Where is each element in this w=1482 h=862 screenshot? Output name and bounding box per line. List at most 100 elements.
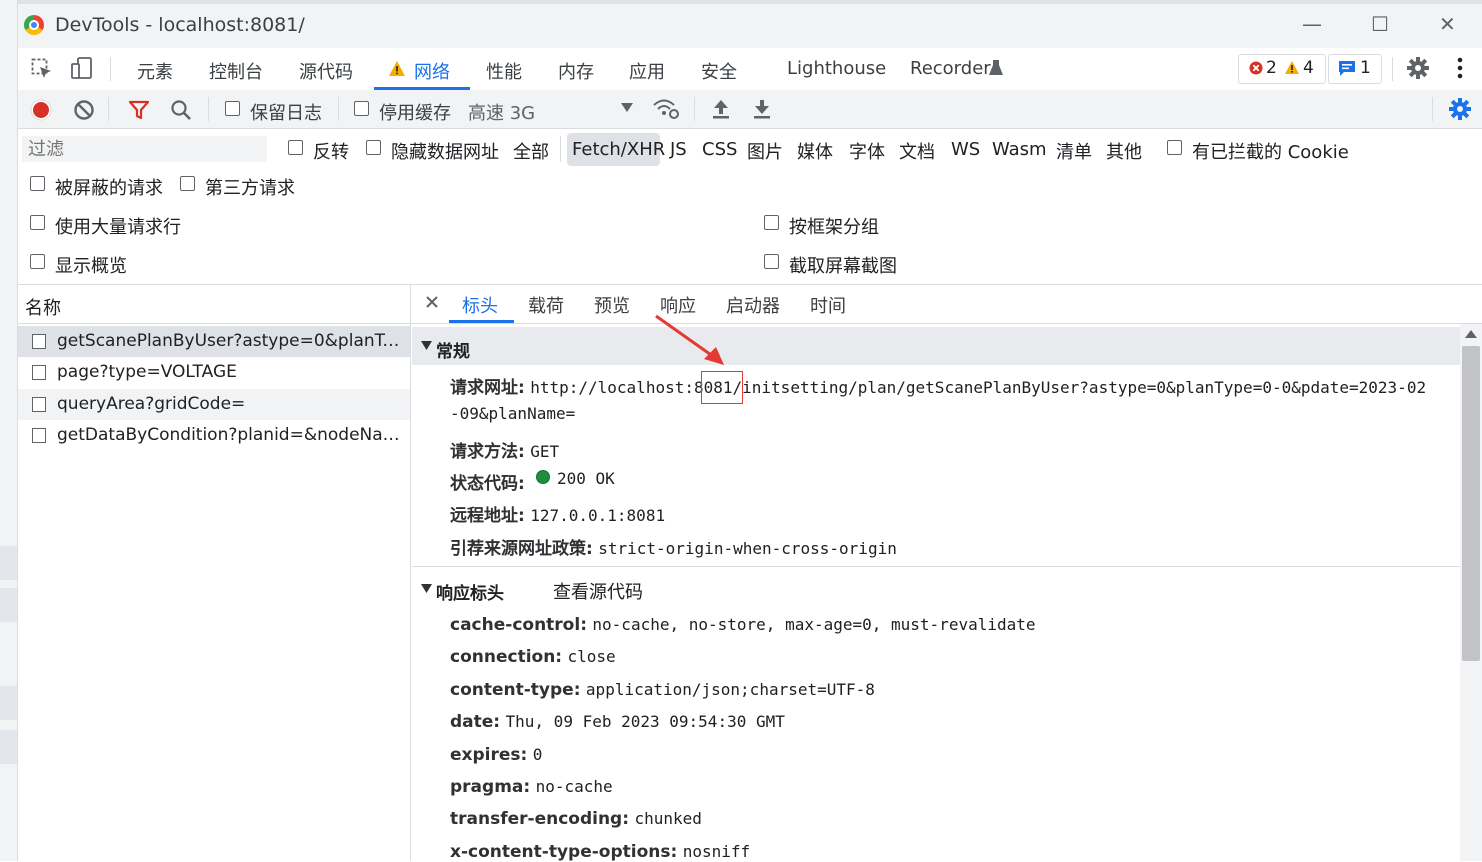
table-row[interactable]: page?type=VOLTAGE (18, 357, 410, 388)
warning-count: 4 (1303, 58, 1314, 78)
tab-security[interactable]: 安全 (701, 58, 737, 84)
request-name: page?type=VOLTAGE (57, 362, 237, 382)
group-by-frame-label: 按框架分组 (789, 217, 879, 238)
maximize-icon[interactable]: ☐ (1371, 12, 1389, 36)
throttling-select[interactable]: 高速 3G (468, 99, 535, 125)
filter-type-manifest[interactable]: 清单 (1056, 138, 1092, 164)
close-window-icon[interactable]: ✕ (1439, 12, 1456, 36)
header-row: transfer-encoding: chunked (450, 809, 702, 829)
chrome-logo-icon (24, 15, 44, 35)
group-by-frame-checkbox[interactable] (764, 215, 779, 230)
name-column-header[interactable]: 名称 (25, 294, 61, 320)
invert-label: 反转 (313, 142, 349, 163)
export-har-icon[interactable] (752, 98, 772, 120)
header-row: x-content-type-options: nosniff (450, 842, 751, 862)
capture-screenshots-checkbox[interactable] (764, 254, 779, 269)
network-settings-icon[interactable] (1448, 97, 1472, 121)
record-icon[interactable] (30, 99, 52, 121)
table-row[interactable]: getScanePlanByUser?astype=0&planType... (18, 326, 410, 357)
table-row[interactable]: queryArea?gridCode= (18, 389, 410, 420)
tab-performance[interactable]: 性能 (486, 58, 522, 84)
minimize-icon[interactable]: — (1302, 12, 1322, 36)
hide-data-urls-label: 隐藏数据网址 (391, 142, 499, 163)
tab-application[interactable]: 应用 (629, 58, 665, 84)
triangle-down-icon[interactable] (421, 584, 432, 594)
response-headers-title[interactable]: 响应标头 (436, 579, 504, 604)
device-toolbar-icon[interactable] (70, 56, 94, 80)
request-name: getDataByCondition?planid=&nodeName... (57, 425, 402, 445)
general-section-header[interactable] (412, 327, 1460, 365)
chevron-down-icon[interactable] (621, 103, 633, 113)
filter-type-wasm[interactable]: Wasm (992, 139, 1047, 160)
tab-sources[interactable]: 源代码 (299, 58, 353, 84)
scroll-up-icon[interactable] (1465, 330, 1477, 338)
close-details-icon[interactable] (426, 296, 438, 308)
referrer-policy-row: 引荐来源网址政策: strict-origin-when-cross-origi… (450, 534, 897, 559)
show-overview-checkbox[interactable] (30, 254, 45, 269)
filter-type-js[interactable]: JS (670, 139, 687, 160)
tab-payload[interactable]: 载荷 (528, 292, 564, 318)
view-source-link[interactable]: 查看源代码 (553, 578, 643, 604)
tab-recorder[interactable]: Recorder (910, 58, 991, 79)
invert-checkbox[interactable] (288, 140, 303, 155)
warning-count-icon (1285, 61, 1299, 74)
tab-headers[interactable]: 标头 (462, 292, 498, 318)
tab-preview[interactable]: 预览 (594, 292, 630, 318)
tab-timing[interactable]: 时间 (810, 292, 846, 318)
filter-type-all[interactable]: 全部 (513, 138, 549, 164)
warning-icon (389, 61, 405, 76)
more-options-icon[interactable] (1455, 56, 1465, 80)
filter-type-media[interactable]: 媒体 (797, 138, 833, 164)
header-row: date: Thu, 09 Feb 2023 09:54:30 GMT (450, 712, 785, 732)
filter-type-css[interactable]: CSS (702, 139, 737, 160)
clear-icon[interactable] (73, 99, 95, 121)
filter-icon[interactable] (128, 99, 150, 121)
filter-type-fetch-xhr[interactable]: Fetch/XHR (572, 139, 665, 160)
hide-data-urls-checkbox[interactable] (366, 140, 381, 155)
request-method-value: GET (530, 442, 560, 461)
blocked-requests-checkbox[interactable] (30, 176, 45, 191)
settings-gear-icon[interactable] (1406, 56, 1430, 80)
disable-cache-label: 停用缓存 (379, 103, 451, 124)
message-count: 1 (1360, 58, 1371, 78)
filter-type-img[interactable]: 图片 (747, 138, 783, 164)
request-method-label: 请求方法: (450, 442, 525, 462)
filter-type-ws[interactable]: WS (951, 139, 980, 160)
request-url-label: 请求网址: (450, 378, 525, 398)
scrollbar-thumb[interactable] (1462, 346, 1480, 661)
referrer-policy-label: 引荐来源网址政策: (450, 539, 593, 559)
import-har-icon[interactable] (711, 98, 731, 120)
filter-type-font[interactable]: 字体 (849, 138, 885, 164)
filter-input[interactable] (22, 136, 267, 162)
error-icon (1249, 61, 1263, 75)
detail-tab-bar (411, 285, 1482, 324)
filter-type-doc[interactable]: 文档 (899, 138, 935, 164)
status-code-value: 200 OK (557, 469, 615, 488)
active-detail-tab-indicator (449, 320, 514, 323)
disable-cache-checkbox[interactable] (354, 101, 369, 116)
third-party-checkbox[interactable] (180, 176, 195, 191)
triangle-down-icon (421, 341, 432, 350)
tab-network[interactable]: 网络 (414, 58, 450, 84)
request-url-prefix: http://localhost: (530, 378, 694, 397)
tab-elements[interactable]: 元素 (137, 58, 173, 84)
filter-type-other[interactable]: 其他 (1106, 138, 1142, 164)
show-overview-label: 显示概览 (55, 256, 127, 277)
search-icon[interactable] (170, 99, 192, 121)
network-conditions-icon[interactable] (652, 96, 680, 120)
tab-lighthouse[interactable]: Lighthouse (787, 58, 886, 79)
header-row: expires: 0 (450, 745, 543, 765)
blocked-cookies-checkbox[interactable] (1167, 140, 1182, 155)
tab-initiator[interactable]: 启动器 (726, 292, 780, 318)
general-section-title: 常规 (436, 342, 470, 362)
request-list-header (18, 285, 411, 324)
tab-console[interactable]: 控制台 (209, 58, 263, 84)
tab-memory[interactable]: 内存 (558, 58, 594, 84)
remote-address-value: 127.0.0.1:8081 (530, 506, 666, 525)
preserve-log-checkbox[interactable] (225, 101, 240, 116)
table-row[interactable]: getDataByCondition?planid=&nodeName... (18, 420, 410, 451)
big-request-rows-checkbox[interactable] (30, 215, 45, 230)
request-url-path: /initsetting/plan/getScanePlanByUser?ast… (732, 378, 1427, 397)
annotation-highlight-box (701, 371, 743, 404)
inspect-element-icon[interactable] (31, 58, 53, 80)
